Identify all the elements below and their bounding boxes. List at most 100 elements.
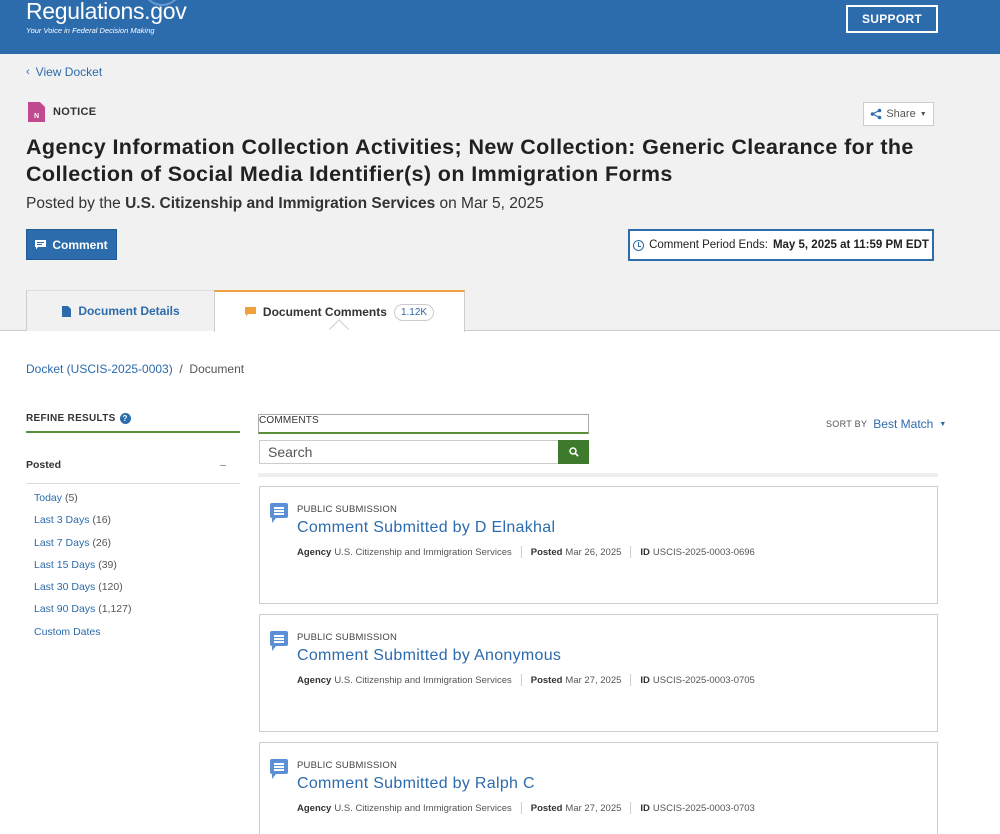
meta-agency-label: Agency	[297, 674, 332, 686]
meta-id: USCIS-2025-0003-0703	[652, 802, 755, 814]
meta-posted-label: Posted	[530, 546, 563, 558]
filter-item[interactable]: Last 15 Days (39)	[34, 559, 132, 581]
tab-document-details-label: Document Details	[78, 304, 180, 318]
result-title-link[interactable]: Comment Submitted by Ralph C	[297, 775, 535, 793]
view-docket-link[interactable]: ‹ View Docket	[26, 65, 102, 79]
result-card: PUBLIC SUBMISSION Comment Submitted by D…	[259, 486, 938, 604]
meta-agency-label: Agency	[297, 546, 332, 558]
comment-bubble-icon	[270, 759, 288, 779]
filter-count: (39)	[98, 558, 117, 571]
results-divider	[258, 473, 938, 477]
comment-bubble-icon	[270, 503, 288, 523]
refine-results-heading: REFINE RESULTS ?	[26, 413, 240, 433]
document-header: ‹ View Docket N NOTICE Share ▼ Agency In…	[0, 54, 1000, 290]
meta-divider	[630, 674, 632, 686]
meta-divider	[630, 546, 632, 558]
meta-id-label: ID	[640, 674, 650, 686]
collapse-icon[interactable]: –	[220, 459, 226, 483]
meta-divider	[520, 802, 522, 814]
posted-by-prefix: Posted by the	[26, 195, 121, 212]
view-docket-label: View Docket	[35, 65, 103, 79]
site-tagline: Your Voice in Federal Decision Making	[26, 26, 155, 35]
search-input[interactable]	[259, 440, 559, 464]
chevron-left-icon: ‹	[26, 66, 30, 78]
filter-item[interactable]: Last 3 Days (16)	[34, 514, 132, 536]
filter-count: (26)	[92, 536, 112, 549]
filter-label: Last 7 Days	[34, 536, 90, 549]
document-icon	[62, 305, 72, 317]
comment-period-value: May 5, 2025 at 11:59 PM EDT	[772, 239, 929, 251]
posted-by-agency: U.S. Citizenship and Immigration Service…	[125, 195, 436, 212]
filter-count: (5)	[64, 492, 78, 504]
posted-filter-label: Posted	[26, 459, 62, 471]
filter-item[interactable]: Last 30 Days (120)	[34, 581, 132, 603]
meta-divider	[630, 802, 632, 814]
breadcrumb-separator: /	[179, 362, 183, 376]
tab-document-details[interactable]: Document Details	[26, 290, 215, 331]
document-tabs: Document Details Document Comments 1.12K	[0, 290, 1000, 332]
help-icon[interactable]: ?	[119, 413, 131, 424]
breadcrumb-current: Document	[189, 362, 245, 376]
filter-label: Today	[34, 492, 63, 504]
meta-agency: U.S. Citizenship and Immigration Service…	[334, 674, 512, 686]
meta-posted: Mar 26, 2025	[565, 546, 622, 558]
result-meta: Agency U.S. Citizenship and Immigration …	[297, 546, 755, 558]
breadcrumb-docket-link[interactable]: Docket (USCIS-2025-0003)	[26, 362, 173, 376]
sort-control[interactable]: SORT BY Best Match ▼	[826, 417, 947, 431]
meta-agency-label: Agency	[297, 802, 332, 814]
comments-count-badge: 1.12K	[393, 303, 435, 321]
result-title-link[interactable]: Comment Submitted by Anonymous	[297, 647, 561, 665]
result-card: PUBLIC SUBMISSION Comment Submitted by A…	[259, 614, 938, 732]
comment-button[interactable]: Comment	[26, 229, 117, 260]
breadcrumb: Docket (USCIS-2025-0003) / Document	[26, 362, 244, 376]
comment-bubble-icon	[270, 631, 288, 651]
meta-agency: U.S. Citizenship and Immigration Service…	[334, 546, 512, 558]
notice-document-icon: N	[28, 102, 45, 122]
result-title-link[interactable]: Comment Submitted by D Elnakhal	[297, 519, 555, 537]
filter-item-custom-dates[interactable]: Custom Dates	[34, 626, 132, 648]
share-button[interactable]: Share ▼	[863, 102, 934, 126]
posted-filter-heading[interactable]: Posted –	[26, 450, 240, 484]
filter-item[interactable]: Last 7 Days (26)	[34, 537, 132, 559]
sort-label: SORT BY	[826, 419, 868, 429]
result-card: PUBLIC SUBMISSION Comment Submitted by R…	[259, 742, 938, 834]
filter-label: Custom Dates	[34, 625, 101, 638]
notice-icon-letter: N	[33, 113, 40, 120]
meta-posted-label: Posted	[530, 802, 563, 814]
search-button[interactable]	[558, 440, 589, 464]
filter-label: Last 90 Days	[34, 603, 96, 616]
tab-document-comments-label: Document Comments	[262, 305, 387, 319]
document-title: Agency Information Collection Activities…	[26, 135, 914, 186]
support-button[interactable]: SUPPORT	[846, 5, 938, 33]
filter-item[interactable]: Today (5)	[34, 492, 132, 514]
filter-item[interactable]: Last 90 Days (1,127)	[34, 603, 132, 625]
search-icon	[568, 447, 579, 457]
comment-period-box: Comment Period Ends: May 5, 2025 at 11:5…	[628, 229, 934, 261]
meta-divider	[520, 674, 522, 686]
result-type: PUBLIC SUBMISSION	[297, 632, 398, 643]
posted-filter-list: Today (5) Last 3 Days (16) Last 7 Days (…	[34, 492, 132, 648]
filter-label: Last 15 Days	[34, 558, 96, 571]
site-header: Regulations.gov Your Voice in Federal De…	[0, 0, 1000, 54]
meta-posted: Mar 27, 2025	[565, 674, 622, 686]
share-icon	[871, 108, 882, 120]
meta-posted: Mar 27, 2025	[565, 802, 622, 814]
caret-down-icon: ▼	[919, 110, 927, 118]
refine-results-label: REFINE RESULTS	[26, 413, 116, 424]
comment-period-label: Comment Period Ends:	[649, 239, 768, 251]
site-logo[interactable]: Regulations.gov	[26, 0, 187, 25]
meta-id-label: ID	[640, 802, 650, 814]
result-meta: Agency U.S. Citizenship and Immigration …	[297, 674, 755, 686]
comment-button-label: Comment	[52, 237, 108, 252]
result-type: PUBLIC SUBMISSION	[297, 504, 398, 515]
meta-agency: U.S. Citizenship and Immigration Service…	[334, 802, 512, 814]
filter-label: Last 3 Days	[34, 514, 90, 527]
result-meta: Agency U.S. Citizenship and Immigration …	[297, 802, 755, 814]
meta-id: USCIS-2025-0003-0705	[652, 674, 755, 686]
filter-count: (120)	[98, 581, 123, 594]
filter-count: (16)	[92, 514, 112, 527]
result-type: PUBLIC SUBMISSION	[297, 760, 398, 771]
caret-down-icon: ▼	[939, 420, 947, 428]
posted-by-date: on Mar 5, 2025	[439, 195, 544, 212]
meta-id-label: ID	[640, 546, 650, 558]
